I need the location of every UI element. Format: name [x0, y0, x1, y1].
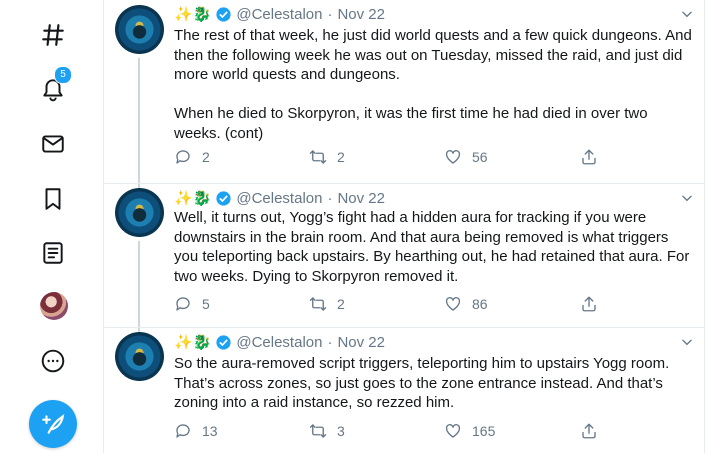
notifications-bell-icon[interactable]: 5: [34, 66, 72, 108]
retweet-icon: [309, 424, 327, 438]
profile-avatar[interactable]: [40, 292, 68, 320]
reply-count: 5: [202, 296, 210, 312]
reply-icon: [176, 297, 190, 311]
feather-plus-icon: [42, 414, 65, 434]
verified-badge-icon: [216, 334, 231, 350]
like-button[interactable]: 86: [444, 295, 488, 313]
tweet-header: ✨🐉 @Celestalon · Nov 22: [174, 4, 385, 24]
chevron-down-icon[interactable]: [680, 7, 694, 21]
thread-connector-line: [138, 58, 140, 183]
heart-icon: [445, 150, 461, 164]
share-icon: [582, 149, 596, 165]
tweet[interactable]: ✨🐉 @Celestalon · Nov 22 Well, it turns o…: [104, 184, 704, 328]
author-avatar[interactable]: [115, 188, 164, 237]
retweet-button[interactable]: 2: [309, 295, 345, 313]
retweet-count: 3: [337, 423, 345, 439]
tweet-actions: 13 3 165: [174, 422, 614, 442]
author-handle[interactable]: @Celestalon: [236, 334, 322, 351]
tweet-header: ✨🐉 @Celestalon · Nov 22: [174, 332, 385, 352]
thread-connector-line: [138, 241, 140, 327]
header-separator: ·: [327, 333, 333, 351]
header-separator: ·: [327, 5, 333, 23]
tweet-text: Well, it turns out, Yogg’s fight had a h…: [174, 209, 690, 285]
like-count: 165: [472, 423, 496, 439]
share-icon: [582, 423, 596, 439]
chevron-down-icon[interactable]: [680, 191, 694, 205]
tweet-date[interactable]: Nov 22: [337, 6, 385, 23]
display-name-emoji[interactable]: ✨🐉: [174, 5, 211, 23]
share-button[interactable]: [580, 148, 608, 166]
reply-button[interactable]: 13: [174, 422, 218, 440]
share-button[interactable]: [580, 295, 608, 313]
tweet-text: The rest of that week, he just did world…: [174, 27, 692, 142]
tweet[interactable]: ✨🐉 @Celestalon · Nov 22 The rest of that…: [104, 0, 704, 184]
reply-button[interactable]: 2: [174, 148, 210, 166]
verified-badge-icon: [216, 190, 231, 206]
reply-count: 13: [202, 423, 218, 439]
bookmarks-icon[interactable]: [34, 180, 72, 218]
share-icon: [582, 296, 596, 312]
chevron-down-icon[interactable]: [680, 335, 694, 349]
author-avatar[interactable]: [115, 5, 164, 54]
author-handle[interactable]: @Celestalon: [236, 190, 322, 207]
tweet-feed: ✨🐉 @Celestalon · Nov 22 The rest of that…: [103, 0, 705, 453]
header-separator: ·: [327, 189, 333, 207]
reply-button[interactable]: 5: [174, 295, 210, 313]
notifications-count-badge: 5: [54, 66, 72, 84]
side-nav: 5: [0, 0, 104, 453]
verified-badge-icon: [216, 6, 231, 22]
tweet-header: ✨🐉 @Celestalon · Nov 22: [174, 188, 385, 208]
display-name-emoji[interactable]: ✨🐉: [174, 189, 211, 207]
retweet-count: 2: [337, 296, 345, 312]
like-button[interactable]: 56: [444, 148, 488, 166]
reply-count: 2: [202, 149, 210, 165]
heart-icon: [445, 424, 461, 438]
author-handle[interactable]: @Celestalon: [236, 6, 322, 23]
tweet-text: So the aura-removed script triggers, tel…: [174, 355, 670, 412]
messages-envelope-icon[interactable]: [34, 125, 72, 163]
retweet-button[interactable]: 2: [309, 148, 345, 166]
display-name-emoji[interactable]: ✨🐉: [174, 333, 211, 351]
tweet[interactable]: ✨🐉 @Celestalon · Nov 22 So the aura-remo…: [104, 328, 704, 453]
share-button[interactable]: [580, 422, 608, 440]
retweet-button[interactable]: 3: [309, 422, 345, 440]
retweet-icon: [309, 297, 327, 311]
tweet-date[interactable]: Nov 22: [337, 334, 385, 351]
lists-icon[interactable]: [34, 234, 72, 272]
compose-tweet-button[interactable]: [29, 400, 77, 448]
more-options-icon[interactable]: [34, 342, 72, 380]
retweet-icon: [309, 150, 327, 164]
tweet-date[interactable]: Nov 22: [337, 190, 385, 207]
reply-icon: [176, 424, 190, 438]
tweet-actions: 2 2 56: [174, 148, 614, 168]
explore-hashtag-icon[interactable]: [34, 16, 72, 54]
retweet-count: 2: [337, 149, 345, 165]
reply-icon: [176, 150, 190, 164]
like-count: 86: [472, 296, 488, 312]
like-button[interactable]: 165: [444, 422, 495, 440]
like-count: 56: [472, 149, 488, 165]
author-avatar[interactable]: [115, 332, 164, 381]
tweet-actions: 5 2 86: [174, 295, 614, 315]
heart-icon: [445, 297, 461, 311]
